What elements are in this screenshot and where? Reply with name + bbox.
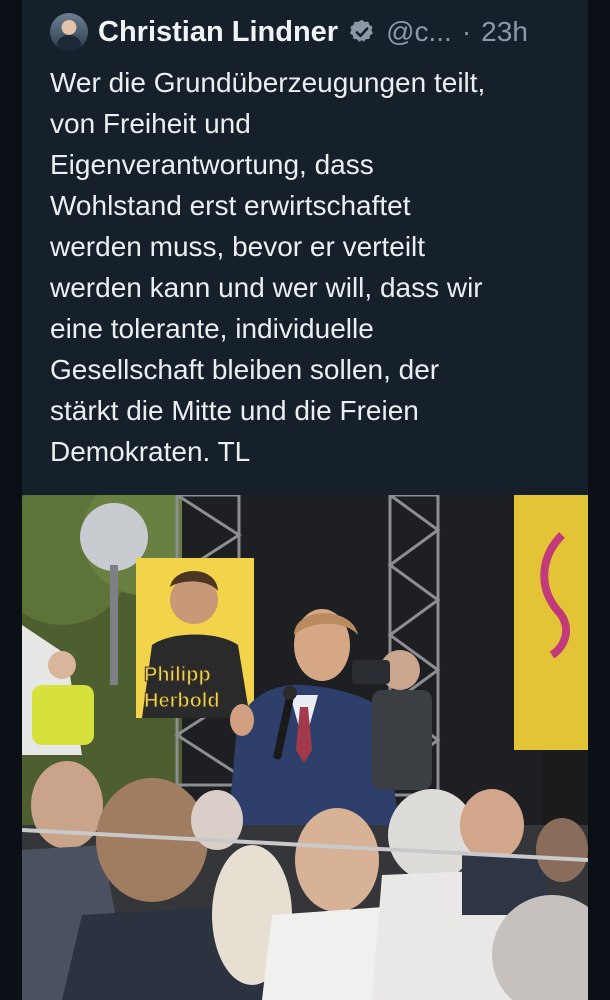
poster-text-lastname: Herbold: [144, 690, 220, 712]
tweet-photo[interactable]: Philipp Herbold: [22, 495, 588, 1000]
tweet-timestamp[interactable]: 23h: [481, 16, 528, 48]
tweet-card[interactable]: Christian Lindner @c... · 23h Wer die Gr…: [22, 0, 588, 1000]
tweet-text: Wer die Grundüberzeugungen teilt, von Fr…: [50, 67, 486, 467]
left-margin: [0, 0, 22, 1000]
right-margin: [588, 0, 610, 1000]
author-handle[interactable]: @c...: [386, 16, 452, 48]
author-name[interactable]: Christian Lindner: [98, 16, 338, 49]
tweet-header: Christian Lindner @c... · 23h: [50, 10, 528, 54]
poster-text-firstname: Philipp: [144, 664, 211, 686]
profile-avatar[interactable]: [50, 13, 88, 51]
separator-dot: ·: [461, 16, 472, 47]
verified-badge-icon: [348, 18, 376, 46]
